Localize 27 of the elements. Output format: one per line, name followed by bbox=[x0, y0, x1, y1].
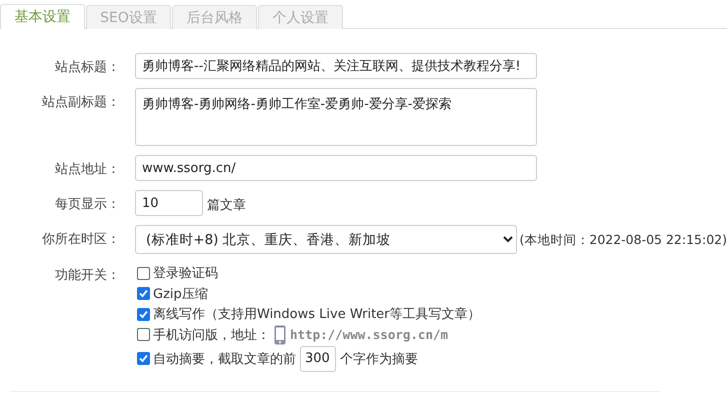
phone-icon bbox=[274, 324, 286, 345]
option-label: Gzip压缩 bbox=[153, 286, 208, 303]
option-label: 个字作为摘要 bbox=[340, 350, 418, 368]
checkbox[interactable] bbox=[137, 308, 150, 321]
field-label: 每页显示： bbox=[54, 196, 120, 213]
textarea-field[interactable]: 勇帅博客-勇帅网络-勇帅工作室-爱勇帅-爱分享-爱探索 bbox=[135, 88, 537, 146]
field-label: 站点副标题： bbox=[41, 94, 120, 111]
option-label: 离线写作（支持用Windows Live Writer等工具写文章） bbox=[153, 306, 481, 324]
unit-text: 篇文章 bbox=[207, 197, 246, 214]
local-time-text: (本地时间：2022-08-05 22:15:02) bbox=[519, 231, 727, 249]
timezone-select[interactable]: (标准时+8) 北京、重庆、香港、新加坡 bbox=[135, 225, 518, 254]
text-field[interactable]: 勇帅博客--汇聚网络精品的网站、关注互联网、提供技术教程分享! bbox=[135, 53, 537, 79]
text-field[interactable]: www.ssorg.cn/ bbox=[135, 155, 537, 181]
option-label: 手机访问版，地址： bbox=[153, 326, 270, 344]
url-text: http://www.ssorg.cn/m bbox=[290, 327, 448, 342]
checkbox[interactable] bbox=[137, 328, 150, 342]
checkbox[interactable] bbox=[137, 352, 150, 365]
checkbox[interactable] bbox=[137, 266, 150, 280]
field-label: 你所在时区： bbox=[41, 231, 120, 248]
field-label: 站点地址： bbox=[54, 161, 120, 178]
field-label: 功能开关： bbox=[54, 267, 120, 284]
checkbox[interactable] bbox=[137, 287, 150, 300]
field-label: 站点标题： bbox=[54, 59, 120, 76]
option-label: 自动摘要，截取文章的前 bbox=[153, 350, 296, 368]
number-field[interactable]: 300 bbox=[300, 346, 336, 372]
number-field[interactable]: 10 bbox=[135, 190, 203, 216]
option-label: 登录验证码 bbox=[153, 265, 218, 282]
